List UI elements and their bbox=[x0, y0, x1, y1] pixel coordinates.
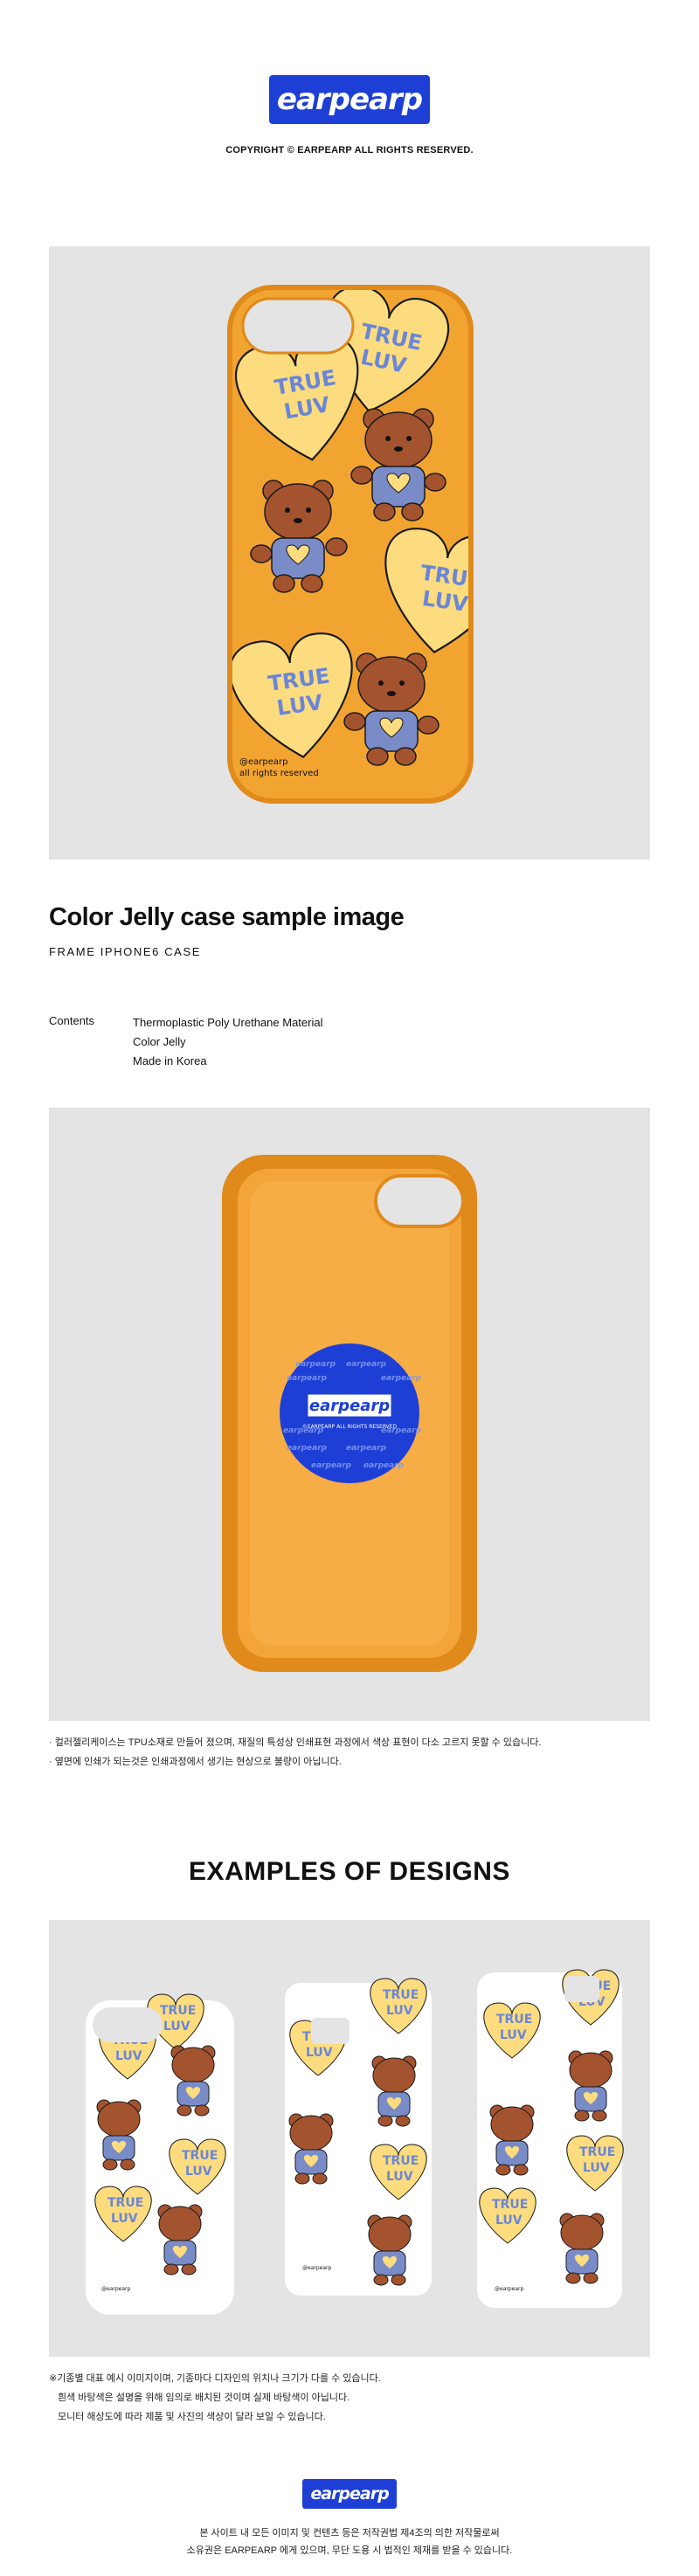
svg-text:@earpearp: @earpearp bbox=[495, 2286, 523, 2292]
svg-text:earpearp: earpearp bbox=[295, 1360, 336, 1369]
example-case-1 bbox=[86, 1993, 234, 2315]
examples-notes: ※기종별 대표 예시 이미지이며, 기종마다 디자인의 위치나 크기가 다를 수… bbox=[49, 2369, 381, 2427]
example-case-3 bbox=[477, 1969, 624, 2308]
examples-panel: TRUE LUV bbox=[49, 1920, 650, 2357]
product-title: Color Jelly case sample image bbox=[49, 903, 405, 931]
note-line: 흰색 바탕색은 설명을 위해 임의로 배치된 것이며 실제 바탕색이 아닙니다. bbox=[58, 2393, 350, 2403]
svg-text:earpearp: earpearp bbox=[381, 1374, 422, 1383]
copyright-text: COPYRIGHT © EARPEARP ALL RIGHTS RESERVED… bbox=[225, 145, 474, 155]
case-inside-illustration: earpearp earpearp earpearp earpearp earpea… bbox=[222, 1155, 477, 1672]
brand-logo-text: earpearp bbox=[276, 82, 423, 117]
svg-text:earpearp: earpearp bbox=[363, 1461, 405, 1470]
svg-text:@earpearp: @earpearp bbox=[101, 2286, 130, 2292]
case-credit-1: @earpearp bbox=[239, 757, 287, 767]
sticker-text: ©EARPEARP ALL RIGHTS RESERVED bbox=[302, 1424, 398, 1430]
note-line: 모니터 해상도에 따라 제품 및 사진의 색상이 달라 보일 수 있습니다. bbox=[58, 2412, 326, 2422]
case-credit-2: all rights reserved bbox=[239, 769, 319, 778]
sticker-logo: earpearp bbox=[309, 1397, 390, 1415]
brand-logo[interactable]: earpearp bbox=[269, 75, 430, 124]
contents-label: Contents bbox=[49, 1014, 95, 1027]
contents-item: Color Jelly bbox=[133, 1035, 186, 1048]
case-back-illustration: TRUE LUV TRUE LUV TRUE LUV TRUE LUV @ear… bbox=[227, 285, 474, 804]
svg-text:earpearp: earpearp bbox=[311, 1461, 352, 1470]
footer-logo-text: earpearp bbox=[310, 2484, 389, 2503]
examples-illustration: TRUE LUV bbox=[86, 1969, 624, 2315]
svg-text:earpearp: earpearp bbox=[287, 1444, 328, 1453]
footer-line: 본 사이트 내 모든 이미지 및 컨텐츠 등은 저작권법 제4조의 의한 저작물… bbox=[199, 2528, 500, 2538]
examples-title: EXAMPLES OF DESIGNS bbox=[189, 1857, 510, 1886]
camera-cutout bbox=[241, 297, 355, 355]
note-line: · 컬러젤리케이스는 TPU소재로 만들어 졌으며, 재질의 특성상 인쇄표현 … bbox=[49, 1737, 542, 1748]
footer-line: 소유권은 EARPEARP 에게 있으며, 무단 도용 시 법적인 제재를 받을… bbox=[186, 2545, 513, 2556]
camera-cutout bbox=[374, 1174, 465, 1228]
contents-item: Made in Korea bbox=[133, 1054, 207, 1067]
svg-text:@earpearp: @earpearp bbox=[302, 2265, 331, 2271]
svg-text:earpearp: earpearp bbox=[287, 1374, 328, 1383]
svg-text:earpearp: earpearp bbox=[346, 1444, 387, 1453]
example-case-2 bbox=[285, 1978, 432, 2296]
product-subtitle: FRAME IPHONE6 CASE bbox=[49, 945, 201, 958]
note-line: · 옆면에 인쇄가 되는것은 인쇄과정에서 생기는 현상으로 불량이 아닙니다. bbox=[49, 1757, 342, 1767]
hero-panel: TRUE LUV TRUE LUV TRUE LUV TRUE LUV @ear… bbox=[49, 246, 650, 860]
svg-text:earpearp: earpearp bbox=[346, 1360, 387, 1369]
inside-panel: earpearp earpearp earpearp earpearp earpea… bbox=[49, 1108, 650, 1721]
notes: · 컬러젤리케이스는 TPU소재로 만들어 졌으며, 재질의 특성상 인쇄표현 … bbox=[49, 1733, 541, 1771]
note-line: ※기종별 대표 예시 이미지이며, 기종마다 디자인의 위치나 크기가 다를 수… bbox=[49, 2373, 381, 2384]
contents-item: Thermoplastic Poly Urethane Material bbox=[133, 1016, 323, 1029]
footer-logo[interactable]: earpearp bbox=[302, 2479, 397, 2509]
contents-list: Thermoplastic Poly Urethane Material Col… bbox=[133, 1013, 322, 1071]
footer-text: 본 사이트 내 모든 이미지 및 컨텐츠 등은 저작권법 제4조의 의한 저작물… bbox=[0, 2524, 699, 2559]
